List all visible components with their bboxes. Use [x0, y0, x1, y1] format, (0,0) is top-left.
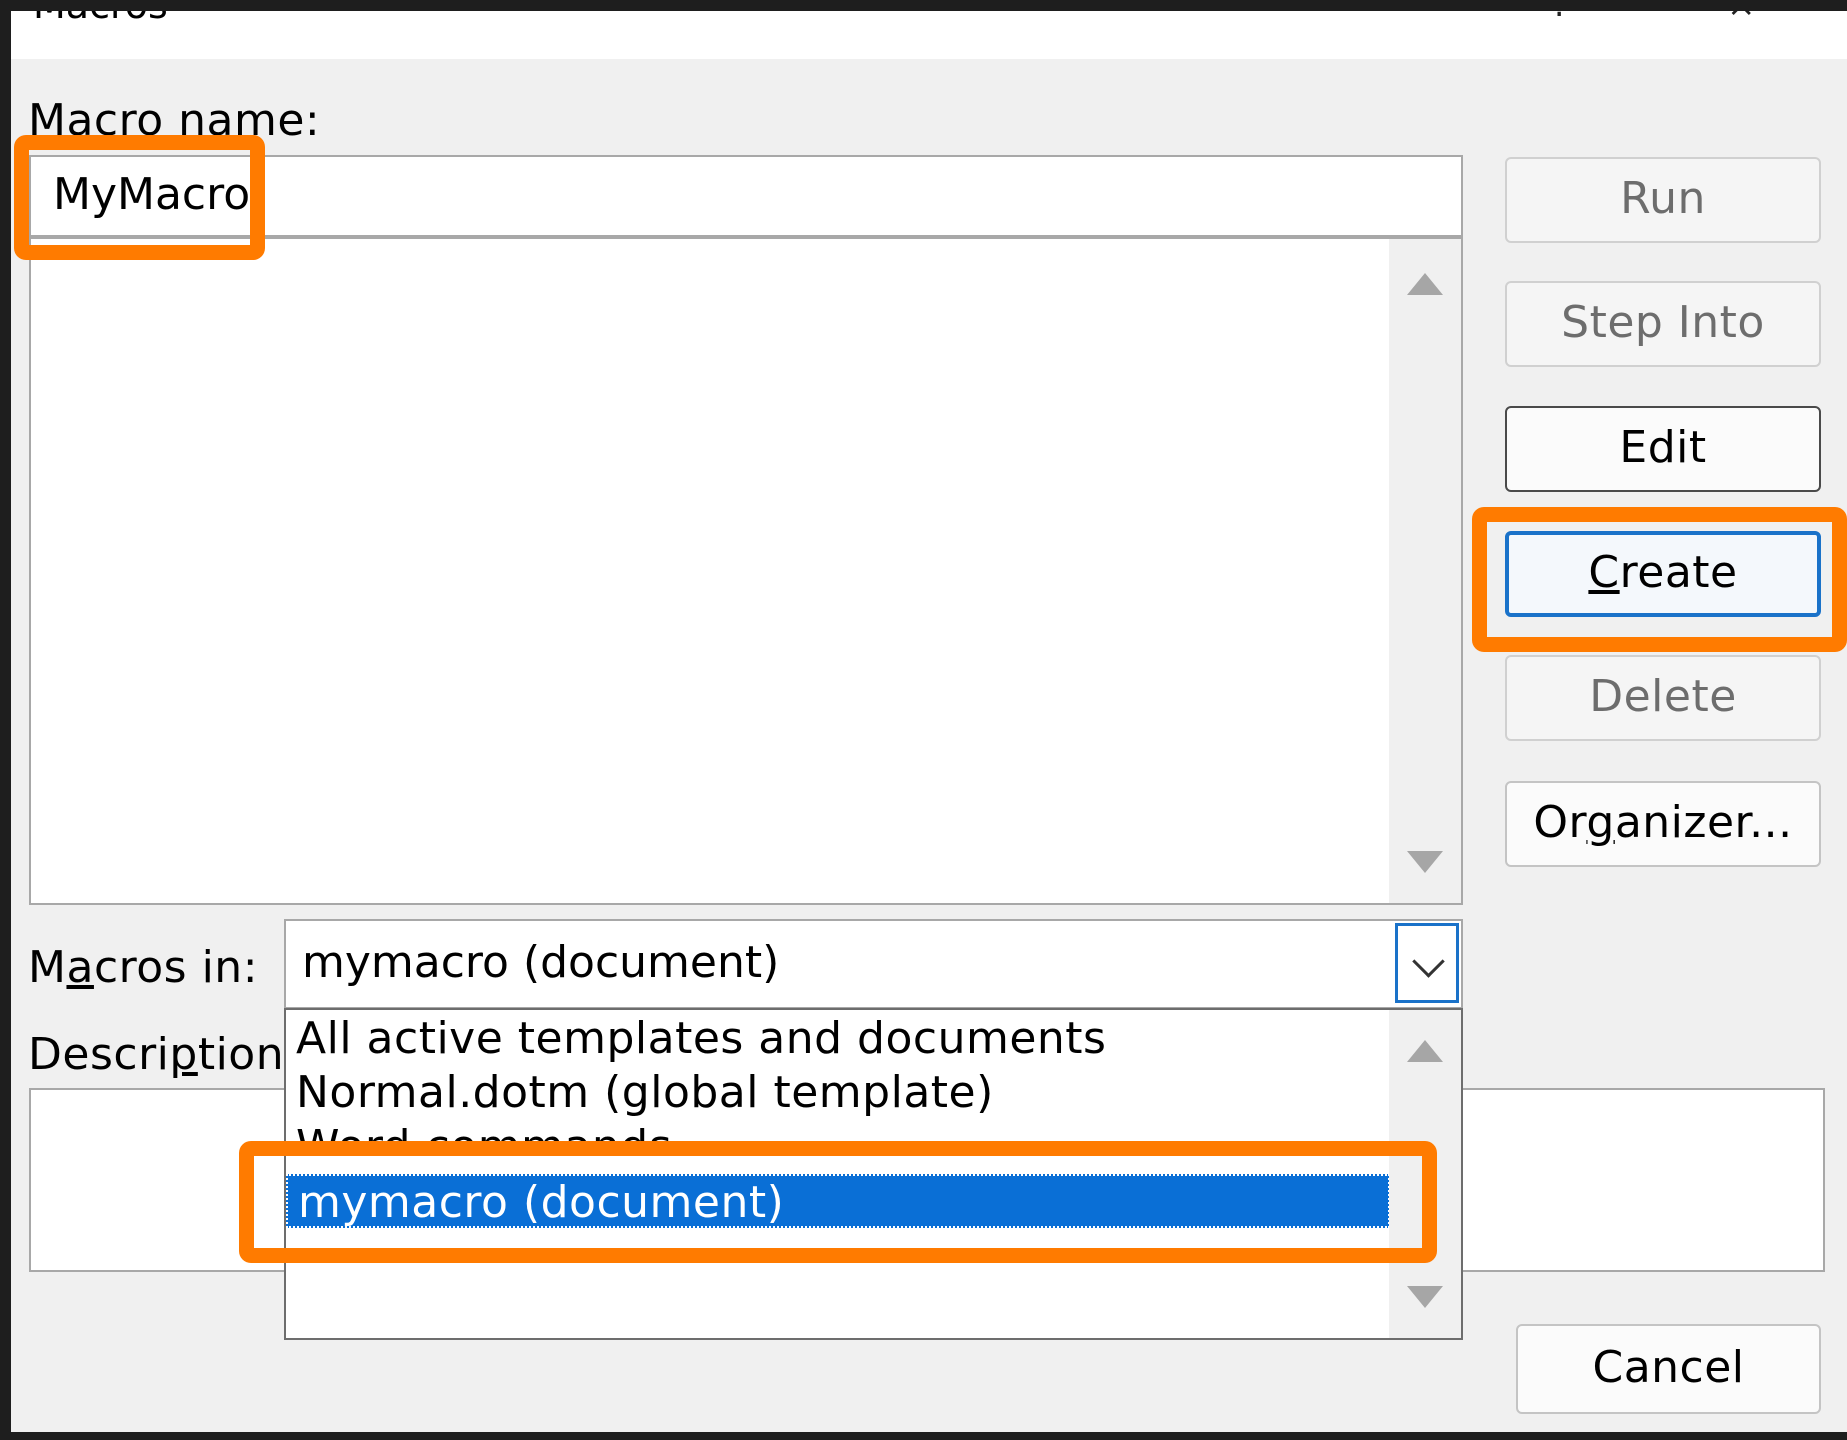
delete-button[interactable]: Delete [1505, 655, 1821, 741]
run-button[interactable]: Run [1505, 157, 1821, 243]
dropdown-toggle[interactable] [1395, 923, 1459, 1003]
title-bar: Macros ? × [11, 11, 1847, 59]
scroll-down-arrow-icon[interactable] [1407, 1286, 1443, 1308]
description-accel: p [169, 1029, 198, 1080]
cancel-button[interactable]: Cancel [1516, 1324, 1821, 1414]
create-label: reate [1619, 547, 1738, 598]
help-icon[interactable]: ? [1551, 11, 1569, 25]
macro-list-scrollbar[interactable] [1389, 239, 1461, 903]
dropdown-scrollbar[interactable] [1389, 1010, 1461, 1338]
macros-in-label-suffix: cros in: [93, 942, 259, 993]
organizer-button[interactable]: Organizer... [1505, 781, 1821, 867]
scroll-up-arrow-icon[interactable] [1407, 273, 1443, 295]
organizer-label-prefix: Or [1533, 797, 1587, 848]
organizer-accel: g [1586, 797, 1615, 848]
scroll-up-arrow-icon[interactable] [1407, 1040, 1443, 1062]
macros-in-accel: a [66, 942, 94, 993]
list-item[interactable]: All active templates and documents [296, 1012, 1106, 1066]
scroll-down-arrow-icon[interactable] [1407, 851, 1443, 873]
create-accel: C [1588, 547, 1620, 598]
macro-name-label: Macro name: [28, 95, 321, 146]
macros-in-selected-value: mymacro (document) [302, 937, 780, 988]
macros-in-label: Macros in: [28, 942, 258, 993]
edit-button[interactable]: Edit [1505, 406, 1821, 492]
macros-in-label-prefix: M [28, 942, 67, 993]
description-label-prefix: Descri [28, 1029, 170, 1080]
list-item-selected[interactable]: mymacro (document) [286, 1174, 1390, 1228]
macros-in-select[interactable]: mymacro (document) [284, 919, 1463, 1009]
macros-dialog: Macros ? × Macro name: MyMacro Run Step … [11, 11, 1847, 1432]
list-item[interactable]: Word commands [296, 1120, 672, 1148]
chevron-down-icon [1412, 945, 1445, 978]
close-icon[interactable]: × [1727, 11, 1756, 25]
organizer-label-suffix: anizer... [1614, 797, 1793, 848]
description-label: Description: [28, 1029, 299, 1080]
macro-name-input[interactable]: MyMacro [29, 155, 1463, 237]
macros-in-dropdown-list[interactable]: All active templates and documents Norma… [284, 1008, 1463, 1340]
list-item[interactable]: Normal.dotm (global template) [296, 1066, 994, 1120]
dialog-title: Macros [33, 11, 168, 27]
step-into-button[interactable]: Step Into [1505, 281, 1821, 367]
macro-list[interactable] [29, 237, 1463, 905]
create-button[interactable]: Create [1505, 531, 1821, 617]
